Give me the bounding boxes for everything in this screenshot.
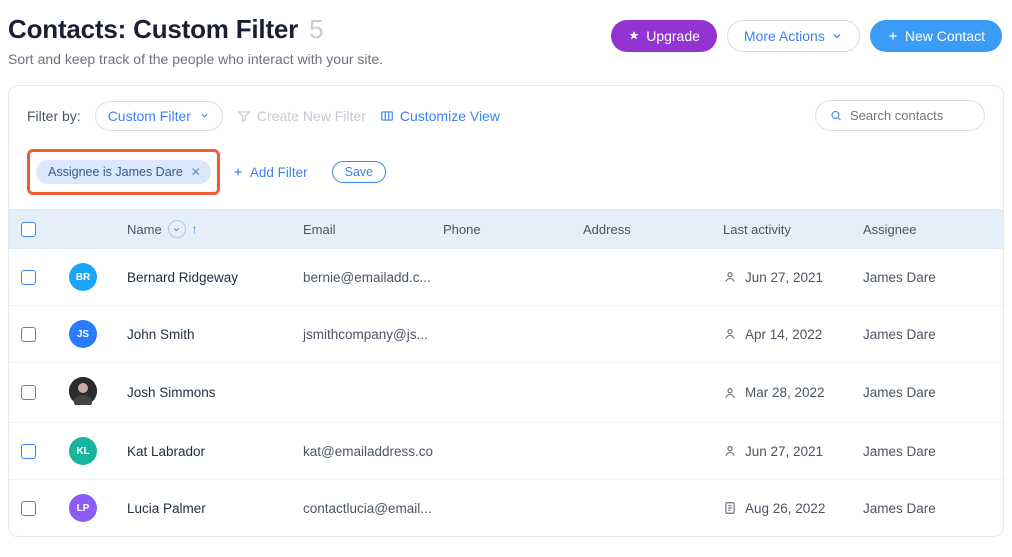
title-prefix: Contacts: [8,14,133,44]
col-email[interactable]: Email [303,222,443,237]
search-input-wrap[interactable] [815,100,985,131]
row-checkbox[interactable] [21,444,36,459]
cell-email: jsmithcompany@js... [303,327,443,342]
title-filter-name: Custom Filter [133,14,298,44]
filter-chip-assignee[interactable]: Assignee is James Dare ✕ [36,160,211,184]
more-actions-label: More Actions [744,28,825,44]
cell-name: John Smith [127,327,303,342]
person-icon [723,444,737,458]
chevron-down-icon [831,30,843,42]
add-filter-button[interactable]: Add Filter [232,165,308,180]
save-filter-label: Save [345,165,374,179]
cell-email: contactlucia@email... [303,501,443,516]
form-icon [723,501,737,515]
save-filter-button[interactable]: Save [332,161,387,183]
cell-activity: Jun 27, 2021 [723,270,863,285]
search-icon [830,108,842,123]
row-checkbox[interactable] [21,327,36,342]
col-phone[interactable]: Phone [443,222,583,237]
customize-view-label: Customize View [400,108,500,124]
avatar: BR [69,263,97,291]
upgrade-button[interactable]: Upgrade [611,20,717,52]
filter-by-label: Filter by: [27,108,81,124]
cell-assignee: James Dare [863,270,991,285]
customize-view-button[interactable]: Customize View [380,108,500,124]
cell-name: Bernard Ridgeway [127,270,303,285]
avatar: KL [69,437,97,465]
filter-dropdown-value: Custom Filter [108,108,191,124]
table-row[interactable]: BR Bernard Ridgewaybernie@emailadd.c... Ju… [9,249,1003,306]
funnel-icon [237,109,251,123]
avatar [69,377,97,405]
table-row[interactable]: JS John Smithjsmithcompany@js... Apr 14, 2… [9,306,1003,363]
cell-assignee: James Dare [863,444,991,459]
cell-assignee: James Dare [863,385,991,400]
filter-dropdown[interactable]: Custom Filter [95,101,223,131]
col-address-label: Address [583,222,631,237]
cell-name: Kat Labrador [127,444,303,459]
chevron-down-icon [199,110,210,121]
search-input[interactable] [850,108,970,123]
col-name[interactable]: Name ↑ [127,220,303,238]
plus-icon [232,166,244,178]
col-phone-label: Phone [443,222,481,237]
col-assignee-label: Assignee [863,222,916,237]
cell-assignee: James Dare [863,327,991,342]
upgrade-icon [628,30,640,42]
page-subtitle: Sort and keep track of the people who in… [8,51,383,67]
person-icon [723,270,737,284]
plus-icon [887,30,899,42]
col-assignee[interactable]: Assignee [863,222,991,237]
close-icon[interactable]: ✕ [191,165,201,179]
create-new-filter-button: Create New Filter [237,108,366,124]
row-checkbox[interactable] [21,385,36,400]
col-activity[interactable]: Last activity [723,222,863,237]
title-count: 5 [309,14,323,44]
cell-assignee: James Dare [863,501,991,516]
contacts-table: Name ↑ Email Phone Address Last activity… [9,209,1003,536]
filter-chip-label: Assignee is James Dare [48,165,183,179]
more-actions-button[interactable]: More Actions [727,20,860,52]
row-checkbox[interactable] [21,501,36,516]
cell-activity: Mar 28, 2022 [723,385,863,400]
columns-icon [380,109,394,123]
table-row[interactable]: Josh Simmons Mar 28, 2022James Dare [9,363,1003,423]
sort-indicator[interactable] [168,220,186,238]
col-address[interactable]: Address [583,222,723,237]
cell-email: bernie@emailadd.c... [303,270,443,285]
page-title: Contacts: Custom Filter 5 [8,14,383,45]
chevron-down-icon [172,225,181,234]
cell-activity: Aug 26, 2022 [723,501,863,516]
select-all-checkbox[interactable] [21,222,36,237]
new-contact-button[interactable]: New Contact [870,20,1002,52]
cell-name: Lucia Palmer [127,501,303,516]
cell-email: kat@emailaddress.co [303,444,443,459]
table-header: Name ↑ Email Phone Address Last activity… [9,209,1003,249]
person-icon [723,386,737,400]
table-row[interactable]: LP Lucia Palmercontactlucia@email... Aug 2… [9,480,1003,536]
row-checkbox[interactable] [21,270,36,285]
sort-asc-icon: ↑ [192,222,198,236]
table-row[interactable]: KL Kat Labradorkat@emailaddress.co Jun 27,… [9,423,1003,480]
create-new-filter-label: Create New Filter [257,108,366,124]
filter-chip-highlight: Assignee is James Dare ✕ [27,149,220,195]
col-name-label: Name [127,222,162,237]
add-filter-label: Add Filter [250,165,308,180]
cell-activity: Jun 27, 2021 [723,444,863,459]
col-email-label: Email [303,222,336,237]
person-icon [723,327,737,341]
cell-activity: Apr 14, 2022 [723,327,863,342]
avatar: LP [69,494,97,522]
new-contact-label: New Contact [905,28,985,44]
cell-name: Josh Simmons [127,385,303,400]
avatar: JS [69,320,97,348]
col-activity-label: Last activity [723,222,791,237]
upgrade-label: Upgrade [646,28,700,44]
